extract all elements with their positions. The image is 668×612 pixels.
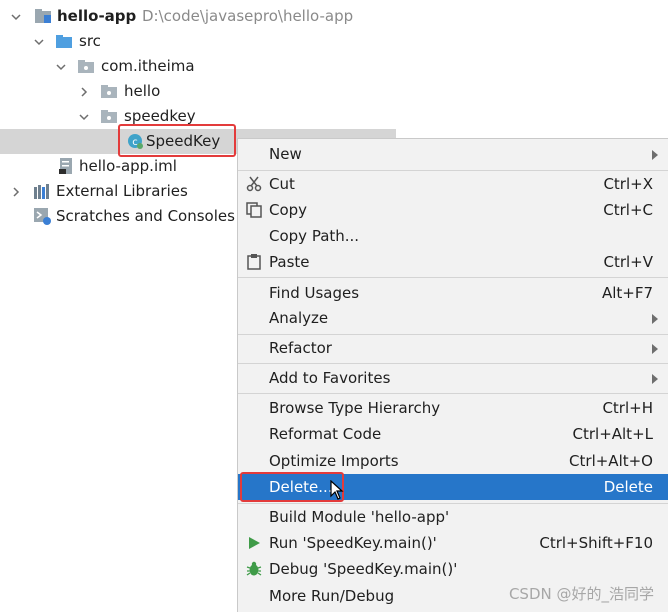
menu-label: Build Module 'hello-app': [269, 508, 450, 526]
menu-separator: [238, 363, 668, 364]
library-icon: [34, 184, 52, 199]
menu-shortcut: Ctrl+Alt+L: [572, 425, 654, 443]
menu-label: New: [269, 145, 302, 163]
chevron-down-icon[interactable]: [33, 36, 45, 48]
mouse-cursor-icon: [330, 479, 344, 500]
menu-label: Refactor: [269, 339, 332, 357]
scratches-icon: [34, 208, 51, 225]
debug-bug-icon: [246, 561, 262, 577]
package-folder-icon: [101, 110, 117, 123]
menu-item-copy[interactable]: Copy Ctrl+C: [238, 197, 668, 223]
red-highlight-box: [240, 472, 344, 502]
menu-label: Optimize Imports: [269, 452, 399, 470]
project-name: hello-app: [57, 7, 137, 25]
menu-shortcut: Ctrl+H: [602, 399, 653, 417]
copy-icon: [246, 202, 262, 218]
tree-row-src[interactable]: src: [0, 29, 396, 54]
scissors-icon: [246, 176, 262, 192]
submenu-arrow-icon: [652, 374, 658, 384]
tree-row-package[interactable]: com.itheima: [0, 54, 396, 79]
chevron-right-icon[interactable]: [10, 186, 22, 198]
menu-label: Run 'SpeedKey.main()': [269, 534, 437, 552]
chevron-right-icon[interactable]: [78, 86, 90, 98]
menu-label: Paste: [269, 253, 310, 271]
menu-label: Copy Path...: [269, 227, 360, 245]
tree-row-project[interactable]: hello-app D:\code\javasepro\hello-app: [0, 4, 396, 29]
menu-item-new[interactable]: New: [238, 141, 668, 167]
chevron-down-icon[interactable]: [78, 111, 90, 123]
menu-item-paste[interactable]: Paste Ctrl+V: [238, 249, 668, 275]
tree-label-package: com.itheima: [101, 57, 195, 75]
menu-shortcut: Ctrl+Alt+O: [569, 452, 653, 470]
menu-item-reformat-code[interactable]: Reformat Code Ctrl+Alt+L: [238, 421, 668, 447]
menu-item-debug[interactable]: Debug 'SpeedKey.main()': [238, 556, 668, 582]
menu-label: Add to Favorites: [269, 369, 391, 387]
menu-shortcut: Alt+F7: [601, 284, 653, 302]
menu-shortcut: Ctrl+C: [603, 201, 653, 219]
submenu-arrow-icon: [652, 314, 658, 324]
watermark: CSDN @好的_浩同学: [508, 585, 654, 603]
menu-separator: [238, 277, 668, 278]
submenu-arrow-icon: [652, 344, 658, 354]
menu-item-browse-type-hierarchy[interactable]: Browse Type Hierarchy Ctrl+H: [238, 395, 668, 421]
menu-item-refactor[interactable]: Refactor: [238, 335, 668, 361]
tree-label-external: External Libraries: [56, 182, 188, 200]
package-folder-icon: [101, 85, 117, 98]
tree-label-hello: hello: [124, 82, 161, 100]
tree-label-src: src: [79, 32, 101, 50]
menu-shortcut: Ctrl+X: [603, 175, 653, 193]
tree-label-iml: hello-app.iml: [79, 157, 177, 175]
menu-shortcut: Ctrl+V: [603, 253, 653, 271]
menu-label: Find Usages: [269, 284, 360, 302]
menu-label: Copy: [269, 201, 308, 219]
chevron-down-icon[interactable]: [55, 61, 67, 73]
menu-label: Debug 'SpeedKey.main()': [269, 560, 458, 578]
menu-item-find-usages[interactable]: Find Usages Alt+F7: [238, 280, 668, 306]
source-folder-icon: [56, 35, 72, 48]
menu-shortcut: Ctrl+Shift+F10: [539, 534, 653, 552]
menu-label: Reformat Code: [269, 425, 382, 443]
tree-row-hello[interactable]: hello: [0, 79, 396, 104]
red-highlight-box: [118, 124, 236, 157]
chevron-down-icon[interactable]: [10, 11, 22, 23]
menu-item-optimize-imports[interactable]: Optimize Imports Ctrl+Alt+O: [238, 448, 668, 474]
menu-separator: [238, 393, 668, 394]
menu-label: Analyze: [269, 309, 329, 327]
menu-item-analyze[interactable]: Analyze: [238, 305, 668, 331]
context-menu: New Cut Ctrl+X Copy Ctrl+C Copy Path... …: [237, 138, 668, 612]
submenu-arrow-icon: [652, 150, 658, 160]
menu-label: Cut: [269, 175, 295, 193]
menu-label: More Run/Debug: [269, 587, 395, 605]
menu-item-cut[interactable]: Cut Ctrl+X: [238, 171, 668, 197]
package-folder-icon: [78, 60, 94, 73]
menu-item-add-favorites[interactable]: Add to Favorites: [238, 365, 668, 391]
menu-item-run[interactable]: Run 'SpeedKey.main()' Ctrl+Shift+F10: [238, 530, 668, 556]
iml-file-icon: [59, 158, 73, 174]
clipboard-icon: [246, 254, 262, 270]
menu-shortcut: Delete: [603, 478, 653, 496]
project-path: D:\code\javasepro\hello-app: [142, 7, 354, 25]
module-folder-icon: [35, 9, 51, 23]
menu-item-build-module[interactable]: Build Module 'hello-app': [238, 504, 668, 530]
run-play-icon: [246, 535, 262, 551]
tree-label-scratches: Scratches and Consoles: [56, 207, 235, 225]
menu-label: Browse Type Hierarchy: [269, 399, 441, 417]
menu-item-copy-path[interactable]: Copy Path...: [238, 223, 668, 249]
